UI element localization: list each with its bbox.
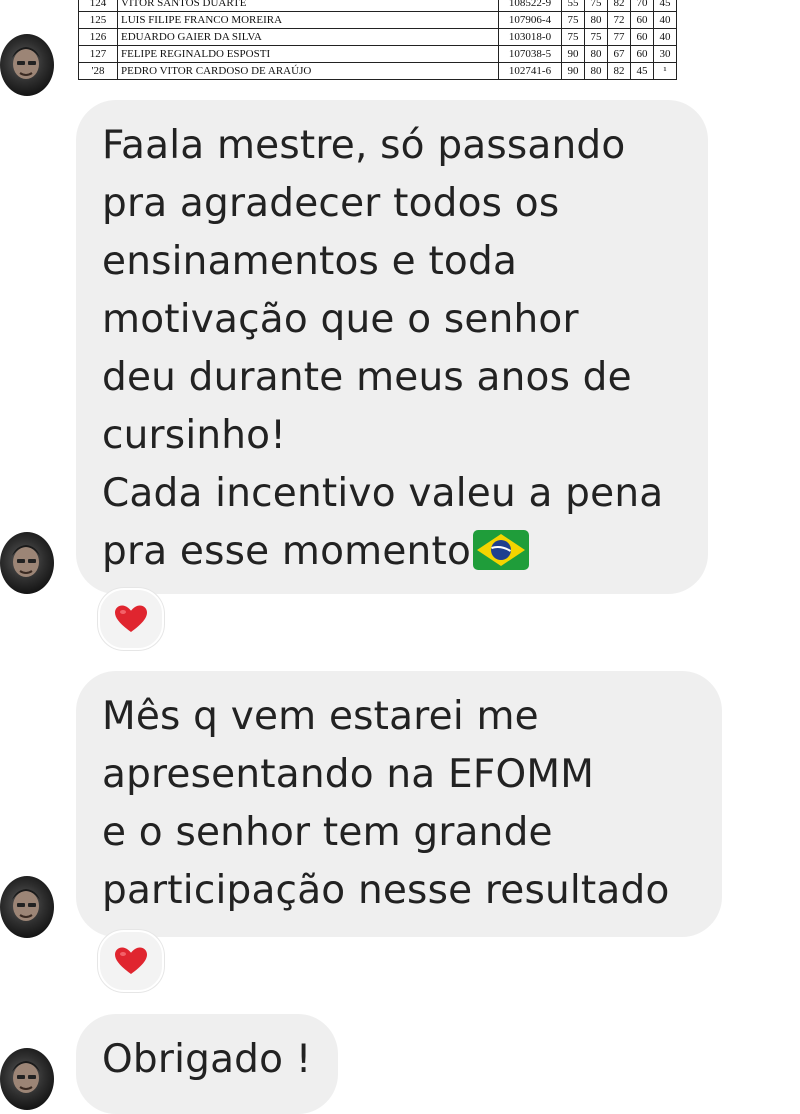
grade-cell: 80: [584, 11, 608, 29]
registration-number: 107906-4: [498, 11, 562, 29]
table-row: 125 LUIS FILIPE FRANCO MOREIRA 107906-4 …: [78, 11, 677, 29]
grade-cell: 82: [607, 62, 631, 80]
message-bubble[interactable]: Obrigado !: [76, 1014, 338, 1114]
heart-icon: [115, 947, 147, 974]
heart-reaction[interactable]: [98, 588, 164, 650]
row-number: 127: [78, 45, 118, 63]
registration-number: 102741-6: [498, 62, 562, 80]
heart-icon: [115, 605, 147, 632]
sender-avatar[interactable]: [0, 34, 54, 96]
row-number: 124: [78, 0, 118, 12]
grade-cell: 55: [561, 0, 585, 12]
grade-cell: 45: [630, 62, 654, 80]
sender-avatar[interactable]: [0, 876, 54, 938]
grade-cell: 40: [653, 11, 677, 29]
message-text-line: cursinho!: [102, 413, 287, 458]
grade-cell: 70: [630, 0, 654, 12]
grade-cell: 60: [630, 28, 654, 46]
message-text-line: pra esse momento: [102, 529, 472, 574]
message-text-line: pra agradecer todos os: [102, 181, 560, 226]
grade-cell: 90: [561, 62, 585, 80]
table-row: 127 FELIPE REGINALDO ESPOSTI 107038-5 90…: [78, 45, 677, 63]
candidate-name: LUIS FILIPE FRANCO MOREIRA: [117, 11, 499, 29]
grade-cell: 72: [607, 11, 631, 29]
table-row: '28 PEDRO VITOR CARDOSO DE ARAÚJO 102741…: [78, 62, 677, 80]
grade-cell: 82: [607, 0, 631, 12]
grade-cell: 90: [561, 45, 585, 63]
row-number: '28: [78, 62, 118, 80]
person-photo-icon: [12, 889, 40, 921]
person-photo-icon: [12, 545, 40, 577]
results-table: 124 VITOR SANTOS DUARTE 108522-9 55 75 8…: [78, 0, 677, 80]
grade-cell: 75: [561, 11, 585, 29]
message-text-line: deu durante meus anos de: [102, 355, 632, 400]
registration-number: 107038-5: [498, 45, 562, 63]
message-text-line: Obrigado !: [102, 1037, 312, 1082]
message-text-line: Mês q vem estarei me: [102, 694, 539, 739]
message-bubble[interactable]: Faala mestre, só passando pra agradecer …: [76, 100, 708, 594]
grade-cell: 30: [653, 45, 677, 63]
grade-cell: 67: [607, 45, 631, 63]
table-row: 124 VITOR SANTOS DUARTE 108522-9 55 75 8…: [78, 0, 677, 12]
registration-number: 103018-0: [498, 28, 562, 46]
person-photo-icon: [12, 47, 40, 79]
sender-avatar[interactable]: [0, 1048, 54, 1110]
message-text-line: Faala mestre, só passando: [102, 123, 626, 168]
message-text-line: participação nesse resultado: [102, 868, 670, 913]
registration-number: 108522-9: [498, 0, 562, 12]
grade-cell: 75: [561, 28, 585, 46]
message-text-line: e o senhor tem grande: [102, 810, 553, 855]
candidate-name: PEDRO VITOR CARDOSO DE ARAÚJO: [117, 62, 499, 80]
grade-cell: 60: [630, 11, 654, 29]
grade-cell: 40: [653, 28, 677, 46]
grade-cell: 45: [653, 0, 677, 12]
grade-cell: ¹: [653, 62, 677, 80]
candidate-name: VITOR SANTOS DUARTE: [117, 0, 499, 12]
grade-cell: 80: [584, 45, 608, 63]
person-photo-icon: [12, 1061, 40, 1093]
grade-cell: 80: [584, 62, 608, 80]
table-row: 126 EDUARDO GAIER DA SILVA 103018-0 75 7…: [78, 28, 677, 46]
grade-cell: 75: [584, 28, 608, 46]
sender-avatar[interactable]: [0, 532, 54, 594]
message-text-line: apresentando na EFOMM: [102, 752, 595, 797]
row-number: 125: [78, 11, 118, 29]
grade-cell: 75: [584, 0, 608, 12]
message-text-line: Cada incentivo valeu a pena: [102, 471, 664, 516]
message-text-line: motivação que o senhor: [102, 297, 579, 342]
message-text-line-with-emoji: pra esse momento: [102, 523, 682, 581]
results-table-image[interactable]: 124 VITOR SANTOS DUARTE 108522-9 55 75 8…: [78, 0, 728, 96]
grade-cell: 77: [607, 28, 631, 46]
candidate-name: FELIPE REGINALDO ESPOSTI: [117, 45, 499, 63]
candidate-name: EDUARDO GAIER DA SILVA: [117, 28, 499, 46]
message-bubble[interactable]: Mês q vem estarei me apresentando na EFO…: [76, 671, 722, 937]
brazil-flag-icon: [473, 530, 530, 570]
message-text-line: ensinamentos e toda: [102, 239, 518, 284]
heart-reaction[interactable]: [98, 930, 164, 992]
row-number: 126: [78, 28, 118, 46]
grade-cell: 60: [630, 45, 654, 63]
